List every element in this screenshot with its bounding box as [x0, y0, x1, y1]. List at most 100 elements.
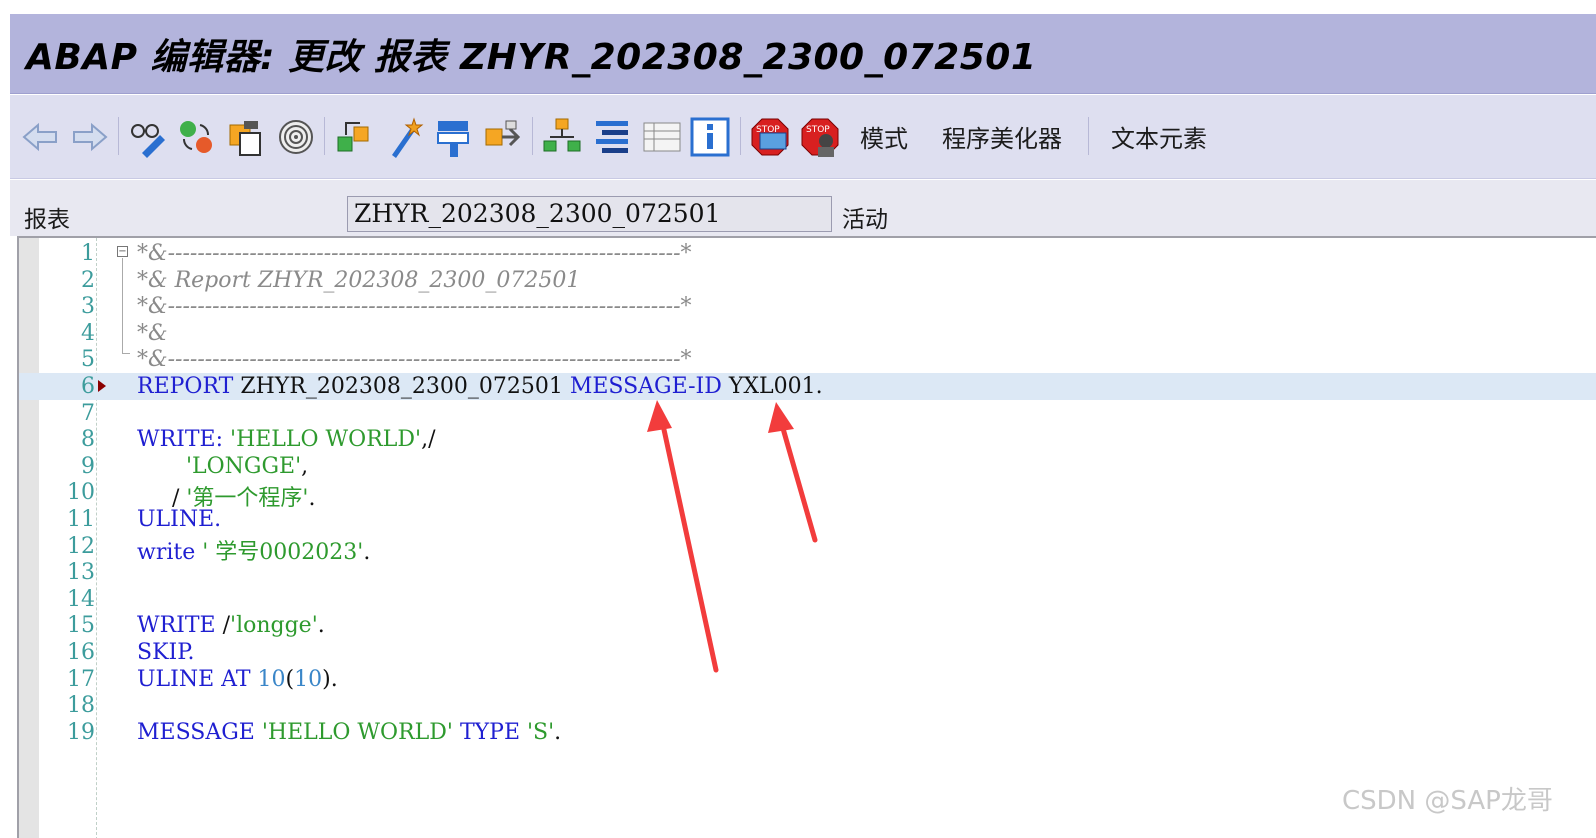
code-line[interactable]: 2 *& Report ZHYR_202308_2300_072501: [19, 267, 1596, 294]
line-number: 15: [67, 613, 95, 639]
line-number: 3: [81, 294, 95, 320]
object-switch-icon[interactable]: [176, 115, 216, 159]
code-text: *&: [137, 321, 168, 346]
code-token: *&--------------------------------------…: [137, 241, 692, 266]
watermark: CSDN @SAP龙哥: [1342, 786, 1553, 816]
code-token: 'LONGGE': [185, 453, 302, 479]
code-line[interactable]: 9 'LONGGE',: [19, 453, 1596, 480]
code-line[interactable]: 19 MESSAGE 'HELLO WORLD' TYPE 'S'.: [19, 719, 1596, 746]
code-text: *&--------------------------------------…: [137, 347, 692, 372]
code-text: ULINE AT 10(10).: [137, 667, 338, 692]
fold-guide: [122, 258, 123, 354]
toolbar-separator: [532, 117, 533, 155]
code-line[interactable]: 10 / '第一个程序'.: [19, 479, 1596, 511]
code-token: TYPE: [459, 719, 520, 745]
code-line[interactable]: 3 *&-------------------------------------…: [19, 293, 1596, 320]
text-elements-button[interactable]: 文本元素: [1111, 119, 1207, 154]
line-number: 8: [81, 427, 95, 453]
line-number: 19: [67, 719, 95, 745]
code-token: (: [285, 666, 295, 692]
back-arrow-icon[interactable]: [20, 115, 60, 159]
code-token: YXL001.: [721, 374, 823, 399]
forward-arrow-icon[interactable]: [70, 115, 110, 159]
glasses-pencil-icon[interactable]: [128, 115, 168, 159]
code-text: MESSAGE 'HELLO WORLD' TYPE 'S'.: [137, 720, 561, 745]
check-icon[interactable]: [334, 115, 374, 159]
code-line[interactable]: 1 *&-------------------------------------…: [19, 240, 1596, 267]
test-run-icon[interactable]: [434, 115, 474, 159]
code-text: ULINE.: [137, 507, 221, 532]
info-icon[interactable]: [690, 115, 730, 159]
code-token: *& Report ZHYR_202308_2300_072501: [137, 267, 581, 293]
code-line[interactable]: 16 SKIP.: [19, 639, 1596, 666]
code-token: *&--------------------------------------…: [137, 347, 692, 373]
copy-object-icon[interactable]: [226, 115, 266, 159]
stop-user-breakpoint-icon[interactable]: STOP: [800, 115, 840, 159]
code-text: *&--------------------------------------…: [137, 241, 692, 266]
hierarchy-icon[interactable]: [542, 115, 582, 159]
code-line[interactable]: 15 WRITE /'longge'.: [19, 612, 1596, 639]
code-editor[interactable]: 1 *&-------------------------------------…: [17, 236, 1596, 838]
list-view-icon[interactable]: [642, 115, 682, 159]
code-line[interactable]: 8 WRITE: 'HELLO WORLD',/: [19, 426, 1596, 453]
code-token: MESSAGE: [137, 719, 255, 745]
toolbar-separator: [118, 117, 119, 155]
line-number: 11: [67, 507, 95, 532]
code-text: SKIP.: [137, 640, 195, 665]
code-line[interactable]: 4 *&: [19, 320, 1596, 347]
activate-wand-icon[interactable]: [384, 115, 424, 159]
line-number: 16: [67, 640, 95, 665]
code-text: *&--------------------------------------…: [137, 294, 692, 319]
code-line[interactable]: 18: [19, 692, 1596, 719]
line-number: 14: [67, 586, 95, 612]
code-line[interactable]: 12 write ' 学号0002023'.: [19, 533, 1596, 565]
fold-guide-end: [122, 353, 130, 354]
line-number: 9: [81, 453, 95, 479]
code-line[interactable]: 17 ULINE AT 10(10).: [19, 666, 1596, 693]
program-selection-bar: 报表 ZHYR_202308_2300_072501 活动: [10, 180, 1596, 236]
svg-text:STOP: STOP: [756, 125, 780, 135]
code-token: ULINE.: [137, 507, 222, 532]
line-number: 12: [67, 533, 95, 559]
spiral-icon[interactable]: [276, 115, 316, 159]
code-line[interactable]: 14: [19, 586, 1596, 613]
code-token: 'HELLO WORLD': [261, 719, 453, 745]
pattern-button[interactable]: 模式: [860, 119, 908, 154]
code-text: *& Report ZHYR_202308_2300_072501: [137, 268, 580, 293]
line-number: 6: [81, 374, 95, 399]
line-number: 5: [81, 347, 95, 373]
line-number: 1: [81, 241, 95, 266]
code-token: 'S': [527, 719, 555, 745]
code-text: WRITE /'longge'.: [137, 613, 325, 638]
top-strip: [0, 0, 1596, 14]
code-text: WRITE: 'HELLO WORLD',/: [137, 427, 435, 452]
code-token: MESSAGE-ID: [569, 374, 722, 399]
title-bar: ABAP 编辑器: 更改 报表 ZHYR_202308_2300_072501: [10, 14, 1596, 94]
toolbar-separator: [740, 117, 741, 155]
code-token: ,/: [421, 427, 436, 453]
code-token: ZHYR_202308_2300_072501: [233, 374, 570, 399]
pretty-printer-button[interactable]: 程序美化器: [942, 119, 1062, 154]
toolbar-separator: [1088, 117, 1089, 155]
program-label: 报表: [24, 207, 70, 233]
code-line[interactable]: 13: [19, 559, 1596, 586]
stop-breakpoint-icon[interactable]: STOP: [750, 115, 790, 159]
application-toolbar: STOP STOP 模式 程序美化器 文本元素: [10, 95, 1596, 179]
where-used-icon[interactable]: [484, 115, 524, 159]
fold-toggle-icon[interactable]: −: [117, 246, 128, 257]
code-line[interactable]: 6 REPORT ZHYR_202308_2300_072501 MESSAGE-…: [19, 373, 1596, 400]
code-line[interactable]: 5 *&-------------------------------------…: [19, 346, 1596, 373]
current-line-marker-icon: [98, 380, 106, 392]
code-line[interactable]: 7: [19, 400, 1596, 427]
code-token: *&: [137, 320, 168, 346]
line-number: 13: [67, 560, 95, 586]
pretty-format-icon[interactable]: [592, 115, 632, 159]
code-line[interactable]: 11 ULINE.: [19, 506, 1596, 533]
program-name-field[interactable]: ZHYR_202308_2300_072501: [347, 196, 832, 232]
code-token: 10: [257, 666, 286, 692]
code-token: .: [317, 613, 325, 639]
